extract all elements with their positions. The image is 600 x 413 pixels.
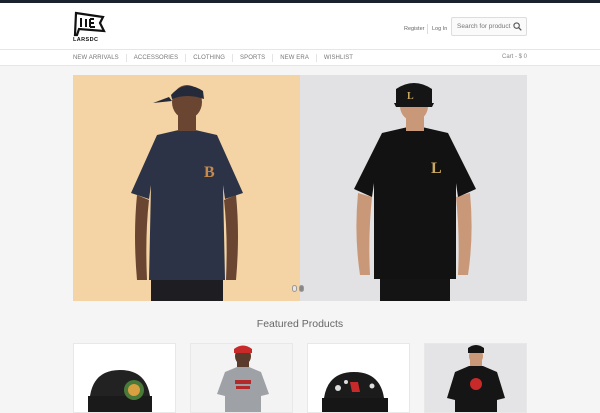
model-black-tee-image: L L xyxy=(354,83,476,301)
hero-cap-logo: L xyxy=(407,91,414,102)
slider-dot-1[interactable] xyxy=(292,285,297,292)
product-card[interactable] xyxy=(424,343,527,413)
nav-divider xyxy=(185,53,187,62)
nav-item-sports[interactable]: Sports xyxy=(240,55,265,61)
nav-divider xyxy=(232,53,234,62)
site-header: LARSDC Register Log In xyxy=(0,3,600,49)
hero-shirt-logo: L xyxy=(431,160,442,177)
nav-divider xyxy=(125,53,127,62)
brand-name: LARSDC xyxy=(73,37,99,43)
nav-item-clothing[interactable]: Clothing xyxy=(193,55,225,61)
product-grid xyxy=(73,343,527,413)
product-card[interactable] xyxy=(307,343,410,413)
flag-logo-icon xyxy=(73,11,106,37)
slider-pagination xyxy=(292,285,304,292)
slider-dot-2[interactable] xyxy=(299,285,304,292)
nav-item-accessories[interactable]: Accessories xyxy=(134,55,178,61)
nav-item-new-era[interactable]: New Era xyxy=(280,55,309,61)
product-card[interactable] xyxy=(190,343,293,413)
main-nav: New Arrivals Accessories Clothing Sports… xyxy=(0,49,600,66)
product-image xyxy=(425,344,526,412)
hero-slide-left: B xyxy=(73,75,300,301)
search-box xyxy=(451,17,527,36)
nav-list: New Arrivals Accessories Clothing Sports… xyxy=(73,50,353,65)
nav-divider xyxy=(315,53,317,62)
brand-logo[interactable]: LARSDC xyxy=(73,11,107,47)
hero-slide-right: L L xyxy=(300,75,527,301)
cart-link[interactable]: Cart - $ 0 xyxy=(502,54,527,60)
nav-item-wishlist[interactable]: Wishlist xyxy=(324,55,353,61)
auth-divider xyxy=(427,24,428,34)
search-icon[interactable] xyxy=(513,22,522,31)
hero-slider[interactable]: B L L xyxy=(73,75,527,301)
product-image xyxy=(88,370,152,412)
product-image xyxy=(322,372,388,412)
login-link[interactable]: Log In xyxy=(432,26,447,32)
featured-products-title: Featured Products xyxy=(256,318,344,330)
nav-divider xyxy=(272,53,274,62)
nav-item-new-arrivals[interactable]: New Arrivals xyxy=(73,55,119,61)
search-input[interactable] xyxy=(452,18,512,35)
register-link[interactable]: Register xyxy=(404,26,424,32)
product-card[interactable] xyxy=(73,343,176,413)
product-image xyxy=(191,344,292,412)
hero-shirt-logo: B xyxy=(204,164,215,181)
model-navy-tee-image: B xyxy=(131,85,243,301)
